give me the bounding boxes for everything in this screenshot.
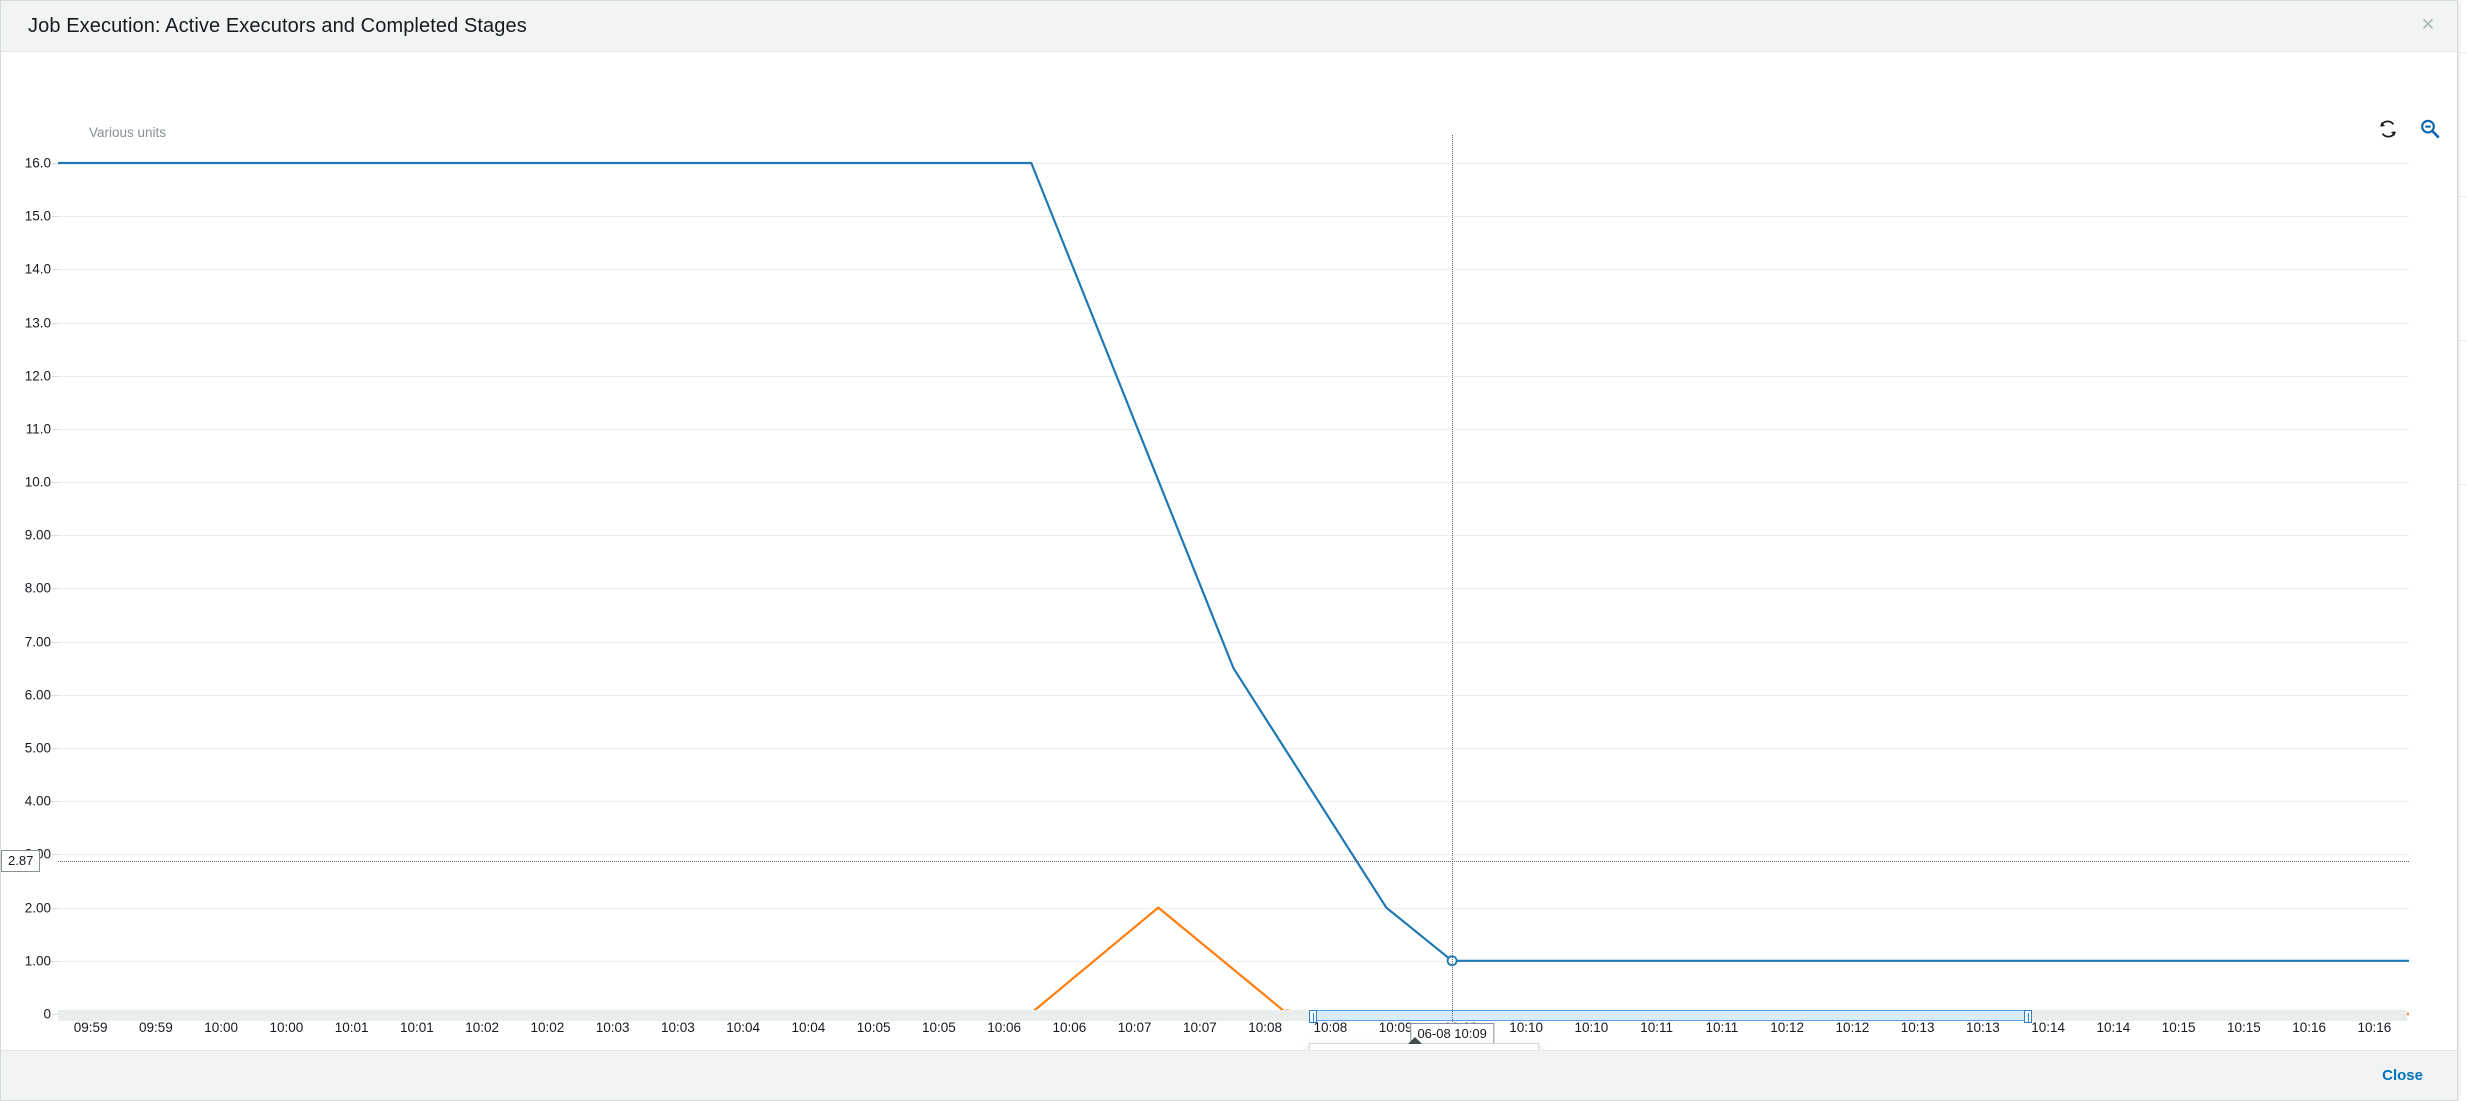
y-axis-tick-label: 0 [43, 1006, 51, 1022]
x-axis-tick-label: 10:06 [1052, 1020, 1087, 1035]
x-axis-tick-label: 10:04 [726, 1020, 761, 1035]
magnifier-minus-icon[interactable] [2419, 118, 2441, 140]
y-axis-tick-label: 15.0 [24, 208, 51, 224]
modal-footer: Close [1, 1050, 2457, 1100]
x-axis-tick-label: 10:09 [1378, 1020, 1413, 1035]
x-axis-tick-label: 10:10 [1509, 1020, 1544, 1035]
x-axis-tick-label: 10:02 [530, 1020, 565, 1035]
y-axis-tick-label: 14.0 [24, 261, 51, 277]
y-axis-tick-label: 6.00 [24, 687, 51, 703]
close-icon[interactable]: ✕ [2417, 14, 2439, 36]
x-axis-tick-label: 10:16 [2357, 1020, 2392, 1035]
cursor-y-value-box: 2.87 [1, 850, 41, 873]
y-axis-tick-label: 10.0 [24, 474, 51, 490]
chart-area: Various units 16.0 15.0 14.0 13.0 12.0 11.0 10… [1, 52, 2457, 1050]
x-axis-tick-label: 10:14 [2031, 1020, 2066, 1035]
cursor-x-value-box: 06-08 10:09 [1410, 1023, 1494, 1045]
x-axis-tick-label: 10:11 [1705, 1020, 1739, 1035]
y-axis-tick-label: 5.00 [24, 740, 51, 756]
crosshair-horizontal [58, 861, 2409, 863]
y-axis-tick-label: 13.0 [24, 315, 51, 331]
x-axis-tick-label: 10:07 [1117, 1020, 1152, 1035]
x-axis-tick-label: 10:06 [987, 1020, 1022, 1035]
x-axis-tick-label: 10:13 [1965, 1020, 2000, 1035]
y-axis-tick-label: 1.00 [24, 953, 51, 969]
y-axis-tick-label: 7.00 [24, 634, 51, 650]
y-axis-tick-label: 12.0 [24, 368, 51, 384]
x-axis-tick-label: 10:08 [1313, 1020, 1348, 1035]
plot-canvas[interactable]: Various units 16.0 15.0 14.0 13.0 12.0 11.0 10… [1, 125, 2409, 1026]
range-handle-left[interactable] [1309, 1010, 1318, 1023]
page-title: Job Execution: Active Executors and Comp… [28, 14, 527, 37]
x-axis-tick-label: 10:03 [660, 1020, 695, 1035]
x-axis-tick-label: 09:59 [138, 1020, 173, 1035]
x-axis-tick-label: 10:02 [465, 1020, 500, 1035]
x-axis-tick-label: 10:13 [1900, 1020, 1935, 1035]
y-axis-unit-label: Various units [86, 125, 170, 140]
y-axis-tick-label: 2.00 [24, 900, 51, 916]
y-axis-tick-label: 16.0 [24, 155, 51, 171]
legend-color-swatch [234, 1049, 247, 1050]
x-axis-tick-label: 10:15 [2226, 1020, 2261, 1035]
x-axis-tick-label: 10:08 [1248, 1020, 1283, 1035]
series-group [58, 161, 2409, 1019]
x-axis-tick-label: 10:04 [791, 1020, 826, 1035]
legend-item[interactable]: Number of Completed Stages [234, 1048, 432, 1050]
legend-label: Number of Completed Stages [254, 1048, 432, 1050]
modal-header: Job Execution: Active Executors and Comp… [1, 1, 2457, 52]
y-axis-tick-label: 8.00 [24, 580, 51, 596]
x-axis-tick-label: 10:15 [2161, 1020, 2196, 1035]
legend-item[interactable]: Number of Active Executors [23, 1048, 209, 1050]
y-axis-tick-label: 4.00 [24, 793, 51, 809]
x-axis-tick-label: 09:59 [73, 1020, 108, 1035]
refresh-icon[interactable] [2377, 118, 2399, 140]
x-axis-tick-label: 10:01 [334, 1020, 369, 1035]
range-selector-track[interactable] [58, 1010, 2407, 1023]
tooltip-arrow [1408, 1037, 1422, 1044]
x-axis-tick-label: 10:11 [1640, 1020, 1674, 1035]
x-axis-tick-label: 10:12 [1835, 1020, 1870, 1035]
legend-label: Number of Active Executors [42, 1048, 209, 1050]
series-tooltip: 2018-06-08 10:09 Local 1.Number of Activ… [1309, 1037, 1539, 1050]
chart-legend: Number of Active Executors Number of Comp… [23, 1048, 431, 1050]
y-axis-tick-label: 9.00 [24, 527, 51, 543]
x-axis-tick-label: 10:03 [595, 1020, 630, 1035]
x-axis-tick-label: 10:14 [2096, 1020, 2131, 1035]
y-axis-tick-label: 11.0 [25, 421, 51, 437]
x-axis-tick-label: 10:07 [1182, 1020, 1217, 1035]
crosshair-vertical [1452, 135, 1454, 1026]
x-axis-tick-label: 10:12 [1770, 1020, 1805, 1035]
x-axis-tick-label: 10:01 [399, 1020, 434, 1035]
x-axis-tick-label: 10:05 [921, 1020, 956, 1035]
x-axis-tick-label: 10:10 [1574, 1020, 1609, 1035]
close-button[interactable]: Close [2376, 1066, 2429, 1085]
chart-toolbar [2377, 118, 2441, 140]
series-line [58, 161, 2409, 962]
x-axis-tick-label: 10:05 [856, 1020, 891, 1035]
x-axis-tick-label: 10:16 [2292, 1020, 2327, 1035]
range-selector-window[interactable] [1309, 1010, 2032, 1023]
x-axis-tick-label: 10:00 [204, 1020, 239, 1035]
range-handle-right[interactable] [2023, 1010, 2032, 1023]
legend-color-swatch [23, 1049, 35, 1050]
x-axis-tick-label: 10:00 [269, 1020, 304, 1035]
chart-modal-dialog: Job Execution: Active Executors and Comp… [0, 0, 2458, 1101]
